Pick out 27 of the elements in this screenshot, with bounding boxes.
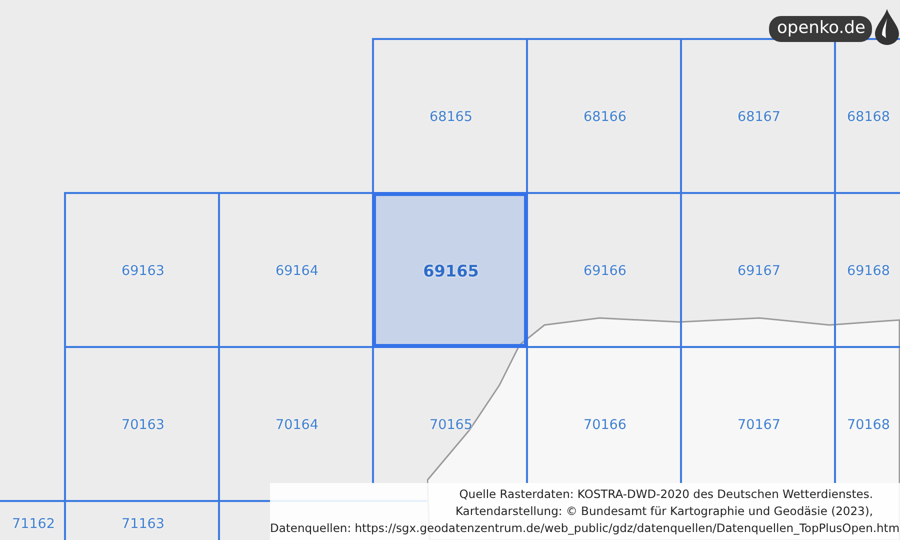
tile-number: 69164 (276, 263, 318, 279)
tile-number: 69165 (423, 262, 479, 280)
tile-number: 70168 (847, 417, 890, 433)
tile-number: 68165 (430, 109, 472, 125)
tile-number: 70163 (122, 417, 164, 433)
grid-tile[interactable]: 68165 (372, 38, 528, 194)
drop-icon (874, 8, 900, 46)
grid-tile[interactable]: 70163 (64, 346, 220, 502)
tile-number: 71163 (122, 516, 164, 532)
tile-number: 70166 (584, 417, 626, 433)
grid-tile[interactable]: 69165 (372, 192, 528, 348)
tile-number: 70167 (738, 417, 780, 433)
tile-number: 70164 (276, 417, 318, 433)
tile-number: 70165 (430, 417, 472, 433)
attribution-text: Quelle Rasterdaten: KOSTRA-DWD-2020 des Deutschen Wetterdienstes. (459, 486, 873, 503)
tile-number: 69168 (847, 263, 890, 279)
tile-number: 69163 (122, 263, 164, 279)
attribution-text: Kartendarstellung: © Bundesamt für Kartographie und Geodäsie (2023), (455, 503, 873, 520)
tile-number: 68167 (738, 109, 780, 125)
tile-number: 71162 (12, 516, 55, 532)
tile-number: 69167 (738, 263, 780, 279)
logo-wordmark[interactable]: openko.de (769, 16, 872, 42)
tile-number: 68166 (584, 109, 626, 125)
grid-tile[interactable]: 69163 (64, 192, 220, 348)
tile-number: 69166 (584, 263, 626, 279)
tile-number: 68168 (847, 109, 890, 125)
attribution-text: Datenquellen: https://sgx.geodatenzentrum.de/web_public/gdz/datenquellen/Datenquellen_TopPlusOpen.html (270, 520, 900, 537)
